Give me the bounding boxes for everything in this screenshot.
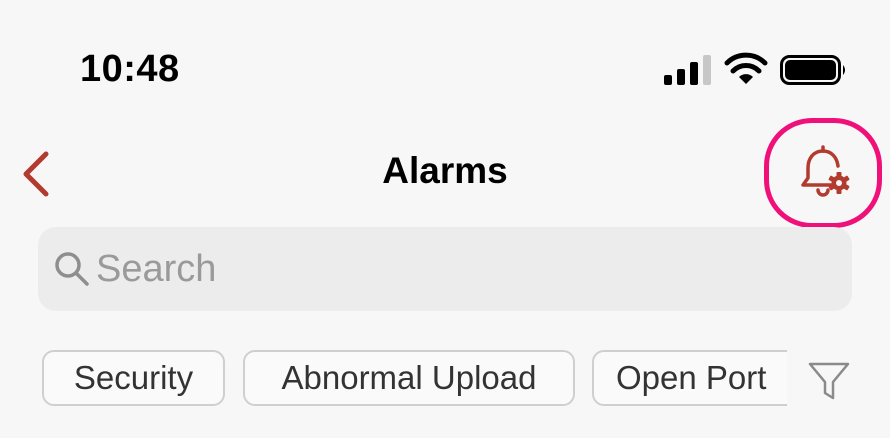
status-time: 10:48 — [80, 48, 180, 90]
page-title: Alarms — [382, 150, 508, 191]
alarm-settings-button[interactable] — [764, 118, 882, 228]
search-bar[interactable] — [38, 227, 852, 311]
chip-scroll-clip: Open Port — [592, 350, 787, 410]
battery-icon — [780, 55, 845, 85]
funnel-icon — [808, 362, 850, 400]
filter-chips: Security Abnormal Upload Open Port — [0, 350, 890, 410]
search-icon — [55, 252, 89, 286]
chip-open-port[interactable]: Open Port — [592, 350, 787, 406]
status-bar: 10:48 — [0, 0, 890, 110]
chip-abnormal-upload[interactable]: Abnormal Upload — [243, 350, 575, 406]
back-button[interactable] — [14, 148, 58, 200]
nav-bar: Alarms — [0, 120, 890, 220]
cellular-signal-icon — [664, 55, 711, 85]
bell-gear-icon — [801, 145, 850, 197]
search-input[interactable] — [96, 227, 836, 311]
filter-button[interactable] — [806, 358, 852, 404]
wifi-icon — [724, 52, 768, 84]
chevron-left-icon — [23, 151, 49, 197]
chip-security[interactable]: Security — [42, 350, 225, 406]
